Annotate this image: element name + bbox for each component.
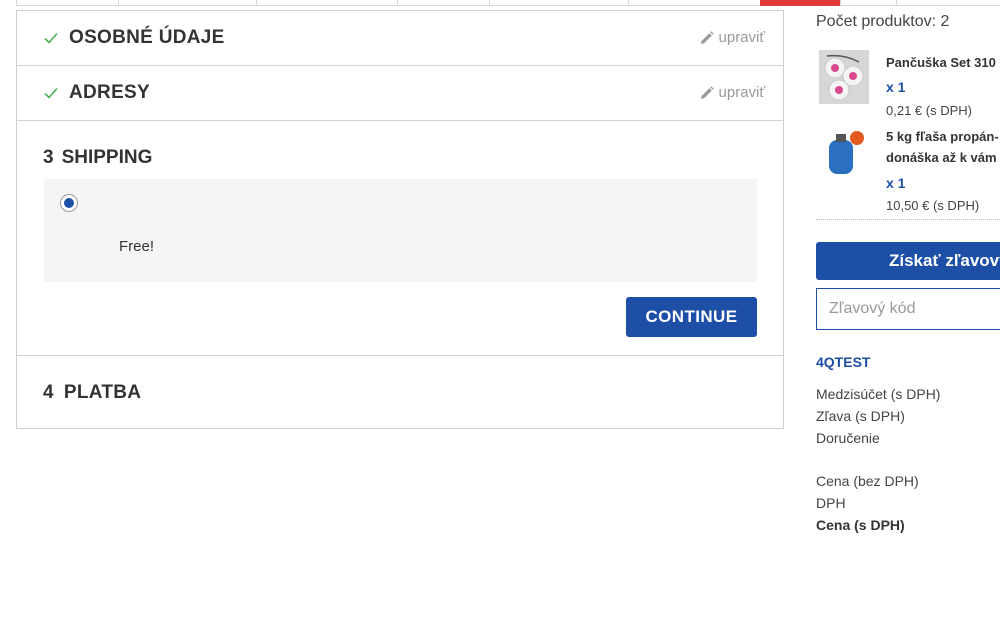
edit-label: upraviť (718, 84, 765, 101)
step-label: SHIPPING (61, 147, 153, 168)
product-thumbnail[interactable] (819, 126, 869, 180)
check-icon (44, 32, 58, 44)
carrier-price: Free! (119, 238, 155, 255)
product-qty: x 1 (886, 79, 906, 95)
step-title: OSOBNÉ ÚDAJE (69, 27, 225, 48)
voucher-code-input[interactable] (816, 288, 1000, 330)
step-number: 4 (43, 382, 54, 403)
step-title: ADRESY (69, 82, 150, 103)
product-price: 0,21 € (s DPH) (886, 103, 972, 118)
step-title: 4 PLATBA (43, 382, 141, 404)
step-payment[interactable]: 4 PLATBA (17, 356, 783, 428)
nav-tab[interactable] (118, 0, 257, 6)
nav-tab[interactable] (489, 0, 629, 6)
step-label: PLATBA (63, 382, 142, 403)
get-voucher-button[interactable]: Získať zľavový (816, 242, 1000, 280)
pencil-icon (700, 30, 714, 44)
applied-voucher-code[interactable]: 4QTEST (816, 354, 870, 370)
step-title: 3 SHIPPING (43, 147, 152, 169)
nav-tab[interactable] (16, 0, 119, 6)
edit-label: upraviť (718, 29, 765, 46)
step-personal-info[interactable]: OSOBNÉ ÚDAJE upraviť (17, 11, 783, 66)
carrier-radio[interactable] (60, 194, 78, 212)
cart-product: Pančuška Set 310 x 1 0,21 € (s DPH) (816, 44, 1000, 118)
product-qty: x 1 (886, 175, 906, 191)
product-name-line1[interactable]: 5 kg fľaša propán- (886, 126, 999, 147)
nav-tab[interactable] (256, 0, 398, 6)
nav-tab[interactable] (628, 0, 761, 6)
product-name-line2[interactable]: donáška až k vám (886, 147, 997, 168)
product-price: 10,50 € (s DPH) (886, 198, 980, 213)
product-thumbnail[interactable] (819, 50, 869, 104)
price-without-vat-label: Cena (bez DPH) (816, 473, 919, 489)
price-with-vat-label: Cena (s DPH) (816, 517, 905, 533)
product-name[interactable]: Pančuška Set 310 (886, 52, 996, 73)
cart-summary: Počet produktov: 2 Pančuška Set 310 x 1 … (816, 0, 1000, 626)
discount-label: Zľava (s DPH) (816, 408, 905, 424)
step-shipping: 3 SHIPPING Free! CONTINUE (17, 121, 783, 356)
step-addresses[interactable]: ADRESY upraviť (17, 66, 783, 121)
edit-link[interactable]: upraviť (700, 29, 765, 46)
vat-label: DPH (816, 495, 846, 511)
subtotal-label: Medzisúčet (s DPH) (816, 386, 941, 402)
continue-button[interactable]: CONTINUE (626, 297, 757, 337)
cart-product: 5 kg fľaša propán- donáška až k vám x 1 … (816, 120, 1000, 220)
pencil-icon (700, 85, 714, 99)
product-count: Počet produktov: 2 (816, 13, 950, 30)
nav-tab[interactable] (397, 0, 490, 6)
shipping-label: Doručenie (816, 430, 880, 446)
edit-link[interactable]: upraviť (700, 84, 765, 101)
check-icon (44, 87, 58, 99)
carrier-option[interactable]: Free! (44, 179, 757, 282)
step-number: 3 (43, 147, 54, 168)
checkout-steps: OSOBNÉ ÚDAJE upraviť ADRESY upraviť 3 SHI… (16, 10, 784, 429)
